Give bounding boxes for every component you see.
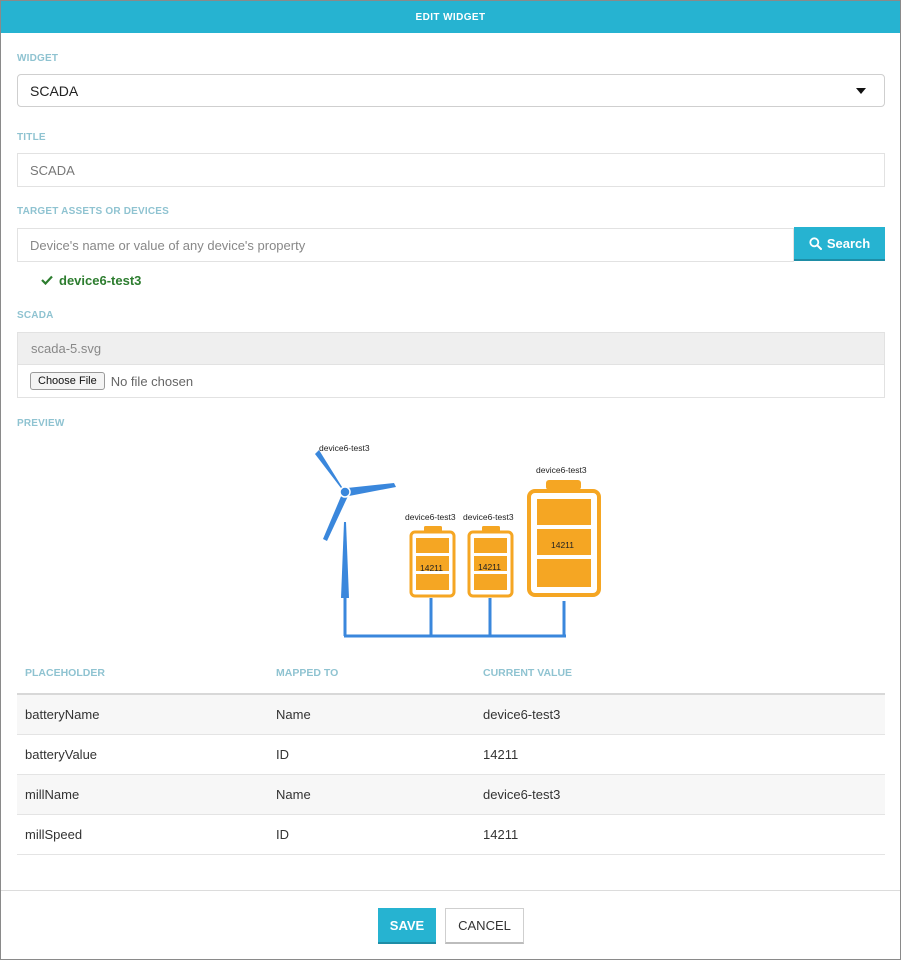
scada-label: SCADA <box>17 310 54 321</box>
caret-down-icon <box>856 88 866 94</box>
dialog-header: EDIT WIDGET <box>1 1 900 33</box>
row-current-value: device6-test3 <box>483 707 561 722</box>
battery-3 <box>527 480 601 597</box>
device-search-input[interactable]: Device's name or value of any device's p… <box>17 228 794 262</box>
dialog-title: EDIT WIDGET <box>415 11 486 23</box>
mill-name-label: device6-test3 <box>319 443 370 453</box>
search-icon <box>809 236 822 250</box>
preview-label: PREVIEW <box>17 418 65 429</box>
wiring <box>343 598 566 638</box>
row-current-value: 14211 <box>483 747 519 762</box>
scada-file-name-value: scada-5.svg <box>31 341 102 356</box>
col-current-value-header: CURRENT VALUE <box>483 667 573 679</box>
row-placeholder: batteryValue <box>25 747 98 762</box>
edit-widget-dialog: EDIT WIDGET WIDGET SCADA TITLE SCADA TAR… <box>0 0 901 960</box>
row-placeholder: millName <box>25 787 80 802</box>
targets-label: TARGET ASSETS OR DEVICES <box>17 206 170 217</box>
check-icon <box>41 275 53 285</box>
title-input-value: SCADA <box>30 162 75 178</box>
row-mapped-to[interactable]: ID <box>268 747 475 762</box>
row-placeholder: millSpeed <box>25 827 83 842</box>
battery-2-value: 14211 <box>478 562 501 572</box>
file-upload-field: Choose File No file chosen <box>17 365 885 398</box>
selected-device-name: device6-test3 <box>59 272 142 288</box>
widget-label: WIDGET <box>17 53 59 64</box>
col-mapped-to-header: MAPPED TO <box>276 667 339 679</box>
battery-2-name: device6-test3 <box>463 512 514 522</box>
table-row: millName Name device6-test3 <box>17 775 885 815</box>
scada-preview: device6-test3 device6-test3 14211 device… <box>315 443 601 638</box>
widget-select[interactable]: SCADA <box>17 74 885 107</box>
no-file-chosen-text: No file chosen <box>110 373 194 389</box>
battery-1 <box>409 526 456 598</box>
row-mapped-to[interactable]: ID <box>268 827 475 842</box>
row-current-value: device6-test3 <box>483 787 561 802</box>
battery-3-value: 14211 <box>551 540 574 550</box>
scada-file-name: scada-5.svg <box>17 332 885 365</box>
title-input[interactable]: SCADA <box>17 153 885 187</box>
row-placeholder: batteryName <box>25 707 100 722</box>
search-button[interactable]: Search <box>794 227 885 261</box>
col-placeholder-header: PLACEHOLDER <box>25 667 105 679</box>
battery-3-name: device6-test3 <box>536 465 587 475</box>
cancel-button[interactable]: CANCEL <box>445 908 524 944</box>
battery-2 <box>467 526 514 598</box>
table-row: batteryValue ID 14211 <box>17 735 885 775</box>
footer-divider <box>1 890 900 891</box>
battery-1-name: device6-test3 <box>405 512 456 522</box>
save-button[interactable]: SAVE <box>378 908 436 944</box>
battery-1-value: 14211 <box>420 563 443 573</box>
table-header: PLACEHOLDER MAPPED TO CURRENT VALUE <box>17 653 885 695</box>
row-current-value: 14211 <box>483 827 519 842</box>
wind-turbine-icon <box>315 450 396 598</box>
mapping-table: PLACEHOLDER MAPPED TO CURRENT VALUE batt… <box>17 653 885 855</box>
widget-select-value: SCADA <box>30 82 79 99</box>
table-row: millSpeed ID 14211 <box>17 815 885 855</box>
table-row: batteryName Name device6-test3 <box>17 695 885 735</box>
device-search-placeholder: Device's name or value of any device's p… <box>30 237 306 253</box>
row-mapped-to[interactable]: Name <box>268 787 475 802</box>
search-button-label: Search <box>826 235 871 251</box>
row-mapped-to[interactable]: Name <box>268 707 475 722</box>
choose-file-button[interactable]: Choose File <box>30 372 105 390</box>
selected-device-item[interactable]: device6-test3 <box>41 271 141 289</box>
title-label: TITLE <box>17 132 46 143</box>
